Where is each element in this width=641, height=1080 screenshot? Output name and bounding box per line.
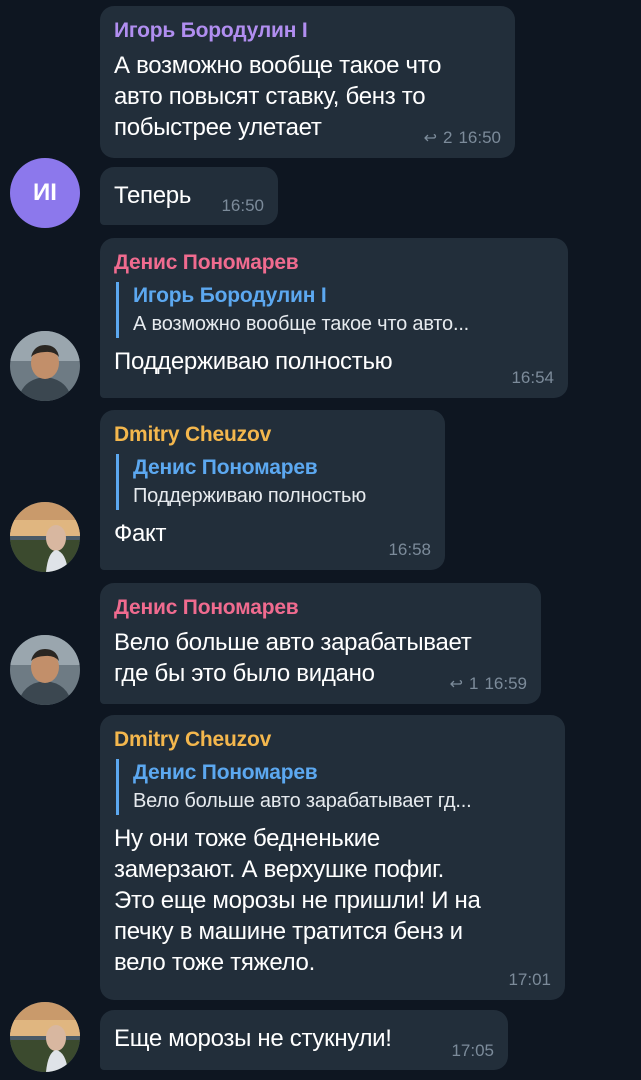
message-text: Поддерживаю полностью <box>114 348 393 375</box>
reply-text: Вело больше авто зарабатывает гд... <box>133 790 472 812</box>
message-bubble[interactable]: Dmitry Cheuzov Денис Пономарев Поддержив… <box>100 410 445 570</box>
message-time: 16:58 <box>388 540 431 559</box>
reply-text: А возможно вообще такое что авто... <box>133 313 470 335</box>
message-bubble[interactable]: Dmitry Cheuzov Денис Пономарев Вело боль… <box>100 715 565 1000</box>
message-text: Факт <box>114 520 167 547</box>
message-time: 16:59 <box>484 674 527 693</box>
message-bubble[interactable]: Игорь Бородулин I А возможно вообще тако… <box>100 6 515 158</box>
message-meta: ↩ 1 16:59 <box>450 674 527 694</box>
message-meta: 17:01 <box>508 970 551 990</box>
sender-name[interactable]: Денис Пономарев <box>114 250 554 276</box>
avatar-photo <box>10 502 80 572</box>
avatar-initials: ИI <box>33 179 57 206</box>
message-time: 17:05 <box>451 1041 494 1060</box>
avatar-photo <box>10 635 80 705</box>
message-bubble[interactable]: Теперь 16:50 <box>100 167 278 225</box>
message-meta: 17:05 <box>451 1041 494 1061</box>
avatar[interactable] <box>10 1002 80 1072</box>
reply-preview[interactable]: Игорь Бородулин I А возможно вообще тако… <box>116 282 554 338</box>
message-meta: 16:50 <box>221 196 264 216</box>
reply-sender: Денис Пономарев <box>133 761 318 784</box>
sender-name[interactable]: Игорь Бородулин I <box>114 18 501 44</box>
reply-sender: Денис Пономарев <box>133 456 318 479</box>
reply-preview[interactable]: Денис Пономарев Поддерживаю полностью <box>116 454 431 510</box>
avatar-photo <box>10 1002 80 1072</box>
reply-sender: Игорь Бородулин I <box>133 284 327 307</box>
message-meta: ↩ 2 16:50 <box>424 128 501 148</box>
message-meta: 16:58 <box>388 540 431 560</box>
message-time: 17:01 <box>508 970 551 989</box>
message-time: 16:50 <box>221 196 264 215</box>
avatar[interactable]: ИI <box>10 158 80 228</box>
reply-count[interactable]: 2 <box>443 128 452 148</box>
sender-name[interactable]: Денис Пономарев <box>114 595 527 621</box>
reply-preview[interactable]: Денис Пономарев Вело больше авто зарабат… <box>116 759 551 815</box>
sender-name[interactable]: Dmitry Cheuzov <box>114 727 551 753</box>
message-text: Ну они тоже бедненькие замерзают. А верх… <box>114 825 481 976</box>
reply-arrow-icon[interactable]: ↩ <box>450 674 463 694</box>
reply-text: Поддерживаю полностью <box>133 485 367 507</box>
reply-count[interactable]: 1 <box>469 674 478 694</box>
avatar-photo <box>10 331 80 401</box>
message-meta: 16:54 <box>511 368 554 388</box>
reply-arrow-icon[interactable]: ↩ <box>424 128 437 148</box>
message-time: 16:50 <box>458 128 501 147</box>
message-bubble[interactable]: Денис Пономарев Игорь Бородулин I А возм… <box>100 238 568 398</box>
message-bubble[interactable]: Еще морозы не стукнули! 17:05 <box>100 1010 508 1070</box>
avatar[interactable] <box>10 331 80 401</box>
message-bubble[interactable]: Денис Пономарев Вело больше авто зарабат… <box>100 583 541 704</box>
avatar[interactable] <box>10 635 80 705</box>
sender-name[interactable]: Dmitry Cheuzov <box>114 422 431 448</box>
avatar[interactable] <box>10 502 80 572</box>
message-time: 16:54 <box>511 368 554 387</box>
message-text: Еще морозы не стукнули! <box>114 1025 392 1052</box>
